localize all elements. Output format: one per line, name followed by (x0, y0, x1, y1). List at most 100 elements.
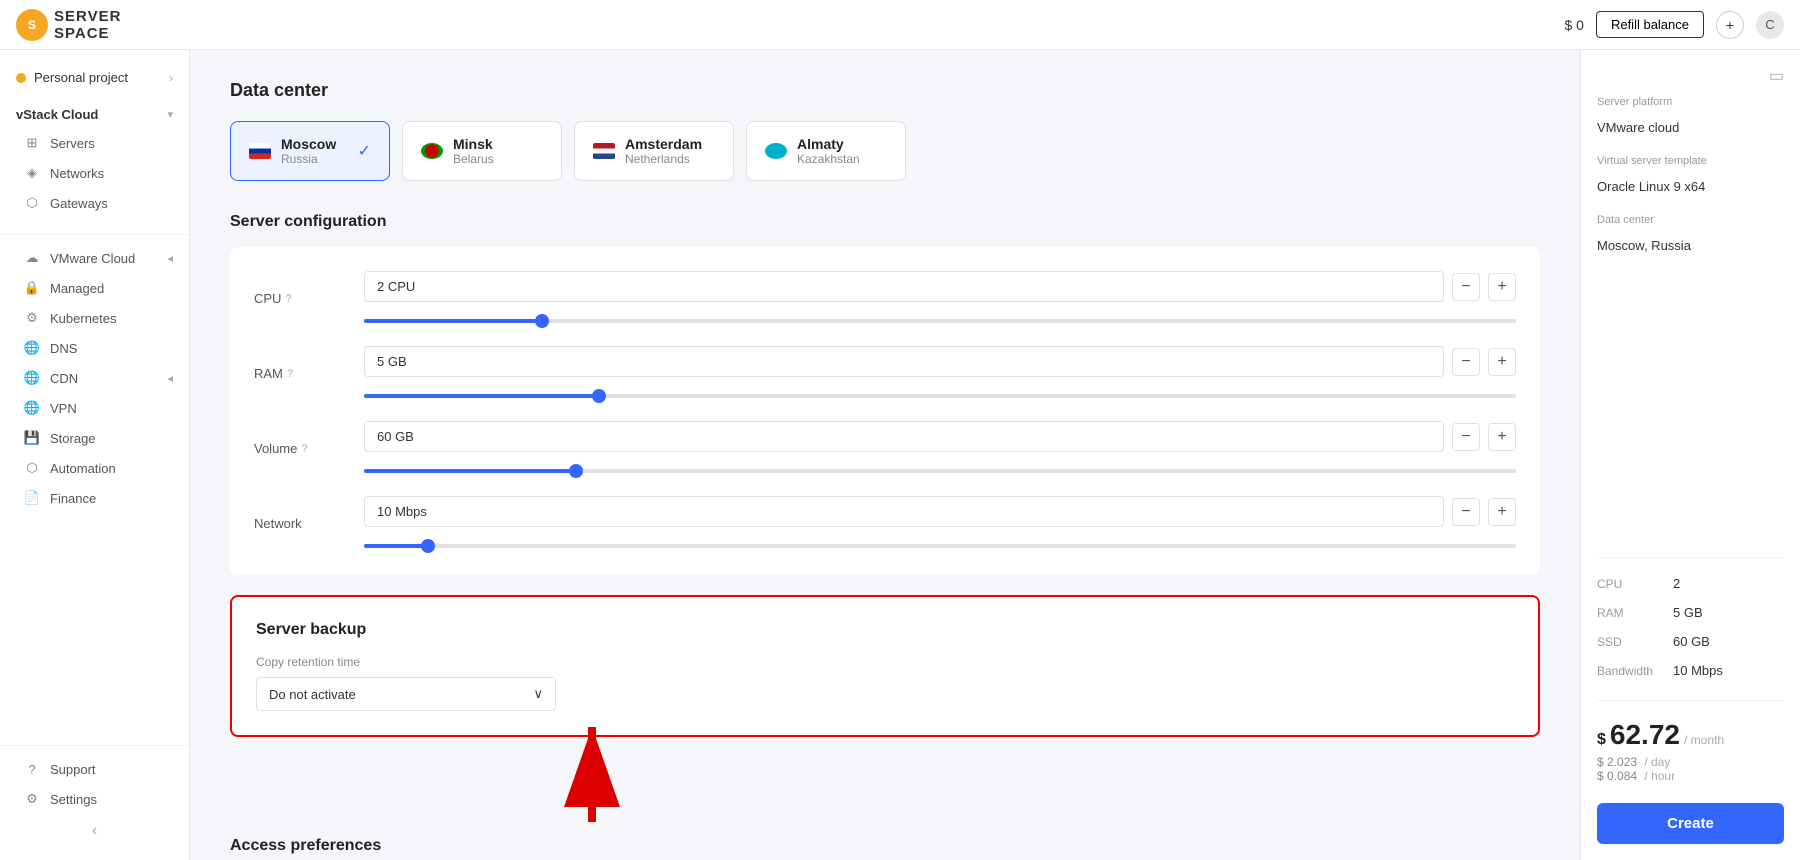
dns-icon: 🌐 (24, 340, 40, 356)
sidebar-item-dns[interactable]: 🌐 DNS (0, 333, 189, 363)
cpu-help-icon[interactable]: ? (285, 293, 291, 305)
volume-config-row: Volume ? 60 GB − + (254, 421, 1516, 476)
rp-price-hour: $ 0.084 / hour (1597, 769, 1784, 783)
settings-icon: ⚙ (24, 791, 40, 807)
sidebar-divider-2 (0, 745, 189, 746)
rp-ssd-value: 60 GB (1673, 634, 1710, 649)
sidebar-item-finance[interactable]: 📄 Finance (0, 483, 189, 513)
dns-label: DNS (50, 341, 77, 356)
sidebar-item-gateways[interactable]: ⬡ Gateways (0, 188, 189, 218)
sidebar-collapse-button[interactable]: ‹ (0, 814, 189, 848)
cpu-slider[interactable] (364, 319, 1516, 323)
kubernetes-icon: ⚙ (24, 310, 40, 326)
server-config-title: Server configuration (230, 213, 1540, 231)
rp-template-label: Virtual server template (1597, 155, 1784, 167)
panel-collapse-area: ▭ (1597, 66, 1784, 86)
vpn-label: VPN (50, 401, 77, 416)
rp-server-platform-label: Server platform (1597, 96, 1784, 108)
ram-help-icon[interactable]: ? (287, 368, 293, 380)
sidebar-item-vmware[interactable]: ☁ VMware Cloud ◂ (0, 243, 189, 273)
sidebar-item-servers[interactable]: ⊞ Servers (0, 128, 189, 158)
rp-spacer (1597, 273, 1784, 539)
sidebar-item-support[interactable]: ? Support (0, 754, 189, 784)
sidebar-item-managed[interactable]: 🔒 Managed (0, 273, 189, 303)
rp-price-currency: $ (1597, 731, 1606, 749)
support-icon: ? (24, 761, 40, 777)
dc-city-amsterdam: Amsterdam (625, 136, 715, 152)
rp-server-platform-value: VMware cloud (1597, 120, 1784, 135)
cdn-arrow-icon: ◂ (167, 372, 173, 385)
vstack-group-header[interactable]: vStack Cloud ▾ (0, 101, 189, 128)
sidebar-item-kubernetes[interactable]: ⚙ Kubernetes (0, 303, 189, 333)
create-server-button[interactable]: Create (1597, 803, 1784, 844)
volume-increment-button[interactable]: + (1488, 423, 1516, 451)
rp-price-period: / month (1684, 733, 1724, 747)
dc-card-almaty[interactable]: Almaty Kazakhstan (746, 121, 906, 181)
rp-bandwidth-row: Bandwidth 10 Mbps (1597, 663, 1784, 678)
rp-divider-2 (1597, 700, 1784, 701)
volume-help-icon[interactable]: ? (301, 443, 307, 455)
cpu-decrement-button[interactable]: − (1452, 273, 1480, 301)
rp-dc-label: Data center (1597, 214, 1784, 226)
refill-balance-button[interactable]: Refill balance (1596, 11, 1704, 38)
sidebar-item-automation[interactable]: ⬡ Automation (0, 453, 189, 483)
sidebar-item-networks[interactable]: ◈ Networks (0, 158, 189, 188)
kubernetes-label: Kubernetes (50, 311, 117, 326)
backup-dropdown[interactable]: Do not activate ∨ (256, 677, 556, 711)
rp-bandwidth-value: 10 Mbps (1673, 663, 1723, 678)
project-chevron-icon: › (169, 71, 173, 85)
volume-decrement-button[interactable]: − (1452, 423, 1480, 451)
cpu-value-display: 2 CPU (364, 271, 1444, 302)
storage-icon: 💾 (24, 430, 40, 446)
network-decrement-button[interactable]: − (1452, 498, 1480, 526)
avatar[interactable]: C (1756, 11, 1784, 39)
vstack-group: vStack Cloud ▾ ⊞ Servers ◈ Networks ⬡ Ga… (0, 101, 189, 218)
cdn-label: CDN (50, 371, 78, 386)
automation-icon: ⬡ (24, 460, 40, 476)
volume-slider[interactable] (364, 469, 1516, 473)
dc-card-minsk[interactable]: Minsk Belarus (402, 121, 562, 181)
access-preferences-section: Access preferences SSH keys SSH key auth… (230, 837, 1540, 860)
finance-label: Finance (50, 491, 96, 506)
balance-display: $ 0 (1564, 17, 1583, 33)
rp-ram-value: 5 GB (1673, 605, 1703, 620)
cdn-icon: 🌐 (24, 370, 40, 386)
datacenter-section-title: Data center (230, 80, 1540, 101)
cpu-increment-button[interactable]: + (1488, 273, 1516, 301)
sidebar-item-cdn[interactable]: 🌐 CDN ◂ (0, 363, 189, 393)
network-slider[interactable] (364, 544, 1516, 548)
dc-card-moscow[interactable]: Moscow Russia ✓ (230, 121, 390, 181)
server-config-section: CPU ? 2 CPU − + RAM (230, 247, 1540, 575)
rp-dc-value: Moscow, Russia (1597, 238, 1784, 253)
ram-increment-button[interactable]: + (1488, 348, 1516, 376)
dc-country-minsk: Belarus (453, 152, 543, 166)
ram-decrement-button[interactable]: − (1452, 348, 1480, 376)
panel-collapse-button[interactable]: ▭ (1769, 66, 1784, 86)
dc-check-moscow: ✓ (358, 141, 371, 161)
add-button[interactable]: + (1716, 11, 1744, 39)
dc-country-moscow: Russia (281, 152, 348, 166)
vpn-icon: 🌐 (24, 400, 40, 416)
vstack-group-name: vStack Cloud (16, 107, 98, 122)
red-arrow-annotation (552, 712, 632, 825)
cpu-config-row: CPU ? 2 CPU − + (254, 271, 1516, 326)
project-selector[interactable]: Personal project › (0, 62, 189, 93)
flag-belarus (421, 143, 443, 159)
volume-label: Volume ? (254, 441, 344, 456)
sidebar-item-vpn[interactable]: 🌐 VPN (0, 393, 189, 423)
sidebar: Personal project › vStack Cloud ▾ ⊞ Serv… (0, 50, 190, 860)
topbar: S SERVERSPACE $ 0 Refill balance + C (0, 0, 1800, 50)
rp-ram-label: RAM (1597, 606, 1667, 620)
dc-card-amsterdam[interactable]: Amsterdam Netherlands (574, 121, 734, 181)
rp-template-value: Oracle Linux 9 x64 (1597, 179, 1784, 194)
managed-label: Managed (50, 281, 104, 296)
sidebar-item-settings[interactable]: ⚙ Settings (0, 784, 189, 814)
rp-cpu-label: CPU (1597, 577, 1667, 591)
dc-country-almaty: Kazakhstan (797, 152, 887, 166)
network-increment-button[interactable]: + (1488, 498, 1516, 526)
ram-slider[interactable] (364, 394, 1516, 398)
sidebar-item-storage[interactable]: 💾 Storage (0, 423, 189, 453)
logo-icon: S (16, 9, 48, 41)
vmware-arrow-icon: ◂ (167, 252, 173, 265)
servers-icon: ⊞ (24, 135, 40, 151)
